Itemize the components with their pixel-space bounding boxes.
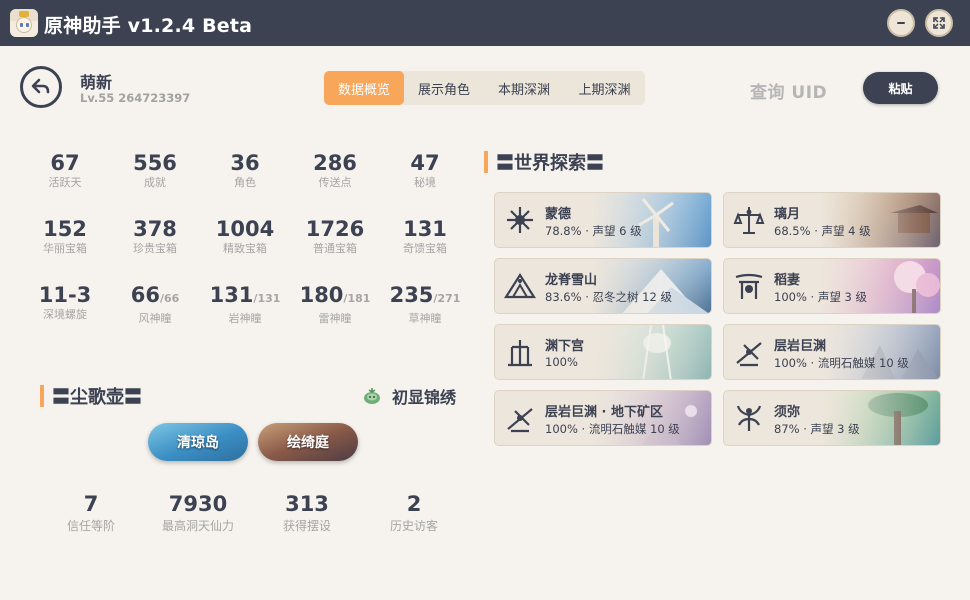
stat-item: 67 活跃天 [48,151,82,189]
region-card-dragonspine[interactable]: 龙脊雪山 83.6% · 忍冬之树 12 级 [494,258,712,314]
user-name: 萌新 [80,73,113,92]
enkanomiya-emblem-icon [508,340,532,367]
inazuma-emblem-icon [735,273,763,299]
section-accent-bar [40,385,44,407]
teapot-spirit-icon [364,388,380,404]
chasm-emblem-icon [736,342,762,367]
stat-item: 152 华丽宝箱 [43,217,87,255]
app-title: 原神助手 v1.2.4 Beta [44,15,253,37]
stat-item: 556 成就 [133,151,177,189]
teapot-stat: 7930 最高洞天仙力 [161,492,234,533]
realm-button[interactable]: 清琼岛 [148,423,248,461]
minimize-button[interactable] [887,9,915,37]
region-card-inazuma[interactable]: 稻妻 100% · 声望 3 级 [723,258,941,314]
stat-item: 131 奇馈宝箱 [403,217,447,255]
stat-item: 180/181 雷神瞳 [299,283,371,325]
stat-item: 47 秘境 [410,151,440,189]
region-card-liyue[interactable]: 璃月 68.5% · 声望 4 级 [723,192,941,248]
exploration-section-title: 〓世界探索〓 [484,149,604,175]
region-card-mondstadt[interactable]: 蒙德 78.8% · 声望 6 级 [494,192,712,248]
stat-item: 36 角色 [230,151,260,189]
section-accent-bar [484,151,488,173]
teapot-section-title: 〓尘歌壶〓 [40,383,142,409]
uid-query-label[interactable]: 查询 UID [750,78,827,103]
back-button[interactable] [20,66,62,108]
region-card-chasm-underground[interactable]: 层岩巨渊 · 地下矿区 100% · 流明石触媒 10 级 [494,390,712,446]
region-card-enkanomiya[interactable]: 渊下宫 100% [494,324,712,380]
user-level-uid: Lv.55 264723397 [80,91,191,105]
stat-item: 286 传送点 [313,151,357,189]
tab-previous-abyss[interactable]: 上期深渊 [564,71,645,105]
app-logo-icon [10,9,38,37]
stat-item: 11-3 深境螺旋 [38,283,92,321]
stat-item: 66/66 风神瞳 [130,283,180,325]
dragonspine-emblem-icon [503,272,537,299]
realm-button[interactable]: 绘绮庭 [258,423,358,461]
minimize-icon [897,22,905,24]
paste-button[interactable]: 粘贴 [863,72,938,104]
stat-item: 1004 精致宝箱 [215,217,275,255]
stat-item: 235/271 草神瞳 [389,283,461,325]
teapot-stat: 7 信任等阶 [66,492,115,533]
title-bar: 原神助手 v1.2.4 Beta [0,0,970,46]
teapot-stat: 2 历史访客 [389,492,438,533]
tab-current-abyss[interactable]: 本期深渊 [484,71,564,105]
tab-bar: 数据概览 展示角色 本期深渊 上期深渊 [324,71,645,105]
teapot-rank: 初显锦绣 [362,384,456,408]
sumeru-emblem-icon [736,405,762,431]
maximize-button[interactable] [925,9,953,37]
mondstadt-emblem-icon [507,207,533,233]
stat-item: 131/131 岩神瞳 [209,283,281,325]
expand-icon [933,17,945,29]
chasm-underground-emblem-icon [507,408,533,433]
tab-overview[interactable]: 数据概览 [324,71,404,105]
region-card-chasm[interactable]: 层岩巨渊 100% · 流明石触媒 10 级 [723,324,941,380]
liyue-emblem-icon [733,207,765,234]
region-card-sumeru[interactable]: 须弥 87% · 声望 3 级 [723,390,941,446]
back-arrow-icon [31,78,50,94]
tab-characters[interactable]: 展示角色 [404,71,484,105]
stat-item: 1726 普通宝箱 [305,217,365,255]
stat-item: 378 珍贵宝箱 [133,217,177,255]
teapot-stat: 313 获得摆设 [282,492,331,533]
